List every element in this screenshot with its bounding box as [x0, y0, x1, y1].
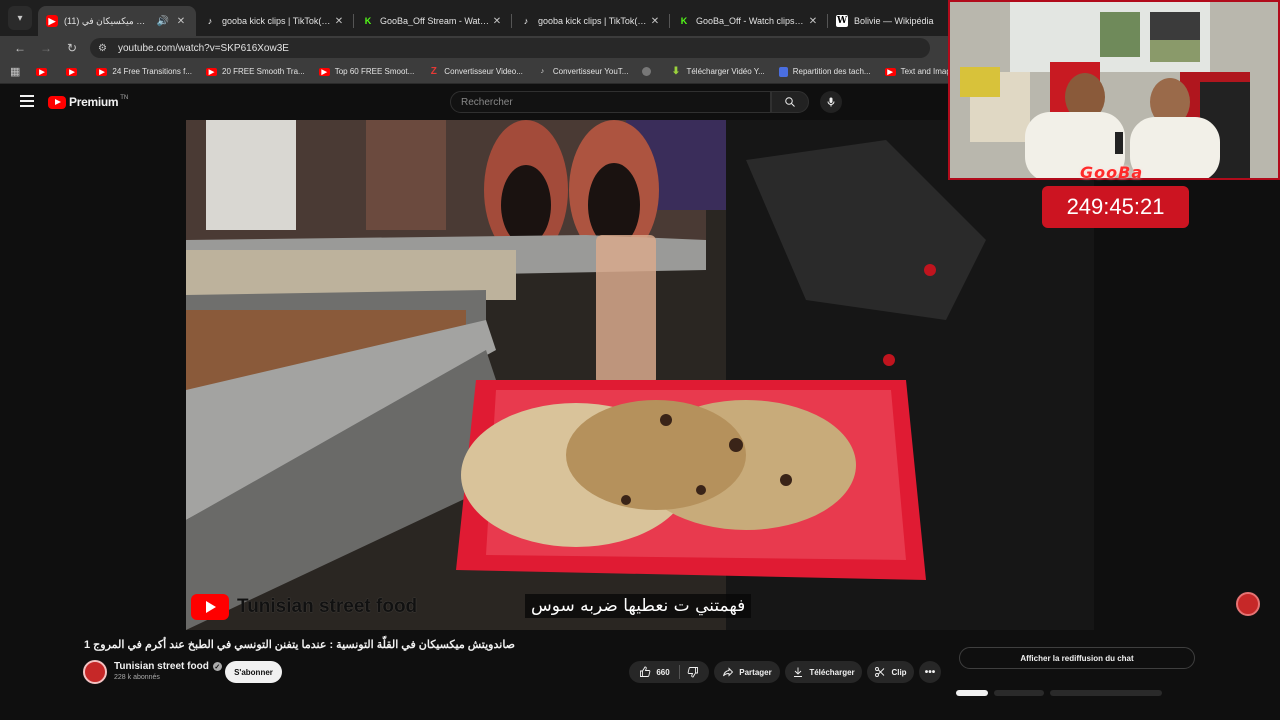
download-icon [794, 667, 803, 677]
channel-name-text: Tunisian street food [114, 661, 209, 672]
filter-chip[interactable] [956, 690, 988, 696]
tab-kick-stream[interactable]: K GooBa_Off Stream - Watch Live ✕ [354, 6, 512, 36]
verified-icon: ✓ [212, 662, 222, 671]
z-logo-icon: Z [430, 66, 437, 77]
youtube-icon: ▶ [206, 67, 217, 76]
microphone-icon [827, 97, 835, 107]
apps-grid-icon[interactable]: ▦ [10, 65, 20, 78]
tab-title: GooBa_Off - Watch clips on Kick [696, 16, 806, 26]
like-count[interactable]: 660 [656, 668, 669, 677]
bookmark-item[interactable]: ♪ Convertisseur YouT... [537, 67, 629, 76]
reload-icon[interactable]: ↻ [60, 36, 84, 60]
bookmark-item[interactable]: ⬇ Télécharger Vidéo Y... [670, 66, 765, 77]
channel-name[interactable]: Tunisian street food ✓ [114, 661, 222, 672]
video-player[interactable]: Tunisian street food فهمتني ت نعطيها ضرب… [186, 120, 1094, 630]
tab-title: Bolivie — Wikipédia [854, 16, 934, 26]
tab-title: gooba kick clips | TikTok(+99) [538, 16, 648, 26]
back-arrow-icon[interactable]: ← [8, 36, 32, 60]
youtube-icon: ▶ [318, 67, 330, 76]
youtube-play-icon [191, 594, 229, 620]
bookmark-item[interactable]: ▶ 20 FREE Smooth Tra... [206, 67, 305, 76]
more-actions-button[interactable]: ••• [919, 661, 941, 683]
download-button[interactable]: Télécharger [785, 661, 862, 683]
region-code: TN [120, 95, 129, 101]
wikipedia-icon: W [836, 15, 848, 27]
clip-button[interactable]: Clip [867, 661, 914, 683]
search-placeholder: Rechercher [461, 96, 513, 108]
thumbs-up-icon[interactable] [639, 666, 651, 678]
bookmark-item[interactable]: ▶ 24 Free Transitions f... [96, 67, 192, 76]
tab-tiktok-2[interactable]: ♪ gooba kick clips | TikTok(+99) ✕ [512, 6, 670, 36]
voice-search-button[interactable] [820, 91, 842, 113]
youtube-icon: ▶ [46, 15, 58, 27]
youtube-premium-logo[interactable]: Premium TN [48, 95, 128, 109]
tab-title: gooba kick clips | TikTok(+99) [222, 16, 332, 26]
search-icon [785, 97, 795, 107]
globe-icon [642, 67, 652, 76]
menu-icon[interactable] [20, 95, 34, 107]
tab-tiktok-1[interactable]: ♪ gooba kick clips | TikTok(+99) ✕ [196, 6, 354, 36]
tab-search-button[interactable]: ▾ [8, 6, 32, 30]
watermark-channel-name: Tunisian street food [237, 596, 418, 617]
youtube-icon: ▶ [884, 67, 896, 76]
tab-title: (11) صاندويتش ميكسيكان في [64, 15, 156, 26]
youtube-icon: ▶ [66, 67, 78, 76]
tab-wikipedia[interactable]: W Bolivie — Wikipédia [828, 6, 946, 36]
tab-title: GooBa_Off Stream - Watch Live [380, 16, 490, 26]
tab-kick-clips[interactable]: K GooBa_Off - Watch clips on Kick ✕ [670, 6, 828, 36]
kick-icon: K [680, 16, 688, 26]
tab-youtube-video[interactable]: ▶ (11) صاندويتش ميكسيكان في 🔊 ✕ [38, 6, 196, 36]
tiktok-icon: ♪ [207, 16, 213, 26]
video-subtitle: فهمتني ت نعطيها ضربه سوس [525, 594, 752, 618]
close-icon[interactable]: ✕ [174, 16, 188, 27]
close-icon[interactable]: ✕ [806, 16, 820, 27]
speaker-icon[interactable]: 🔊 [156, 16, 170, 27]
channel-branding-icon[interactable] [1236, 592, 1260, 616]
video-frame [186, 120, 1094, 630]
bookmark-item[interactable]: Repartition des tach... [778, 66, 871, 77]
search-button[interactable] [771, 91, 809, 113]
video-title: صاندويتش ميكسيكان في القلّة التونسية : ع… [84, 639, 516, 651]
bookmark-item[interactable] [642, 67, 656, 76]
youtube-icon: ▶ [96, 67, 108, 76]
youtube-play-icon [48, 95, 66, 109]
more-horizontal-icon: ••• [924, 666, 936, 678]
close-icon[interactable]: ✕ [648, 16, 662, 27]
close-icon[interactable]: ✕ [490, 16, 504, 27]
channel-watermark[interactable]: Tunisian street food [191, 594, 417, 620]
subathon-timer: 249:45:21 [1042, 186, 1189, 228]
download-icon: ⬇ [671, 66, 681, 77]
streamer-name-label: GooBa [1080, 163, 1144, 182]
forward-arrow-icon[interactable]: → [34, 36, 58, 60]
subscribe-button[interactable]: S'abonner [225, 661, 282, 683]
filter-chip[interactable] [1050, 690, 1162, 696]
bookmark-item[interactable]: Z Convertisseur Video... [428, 66, 523, 77]
tiktok-icon: ♪ [540, 68, 545, 75]
scissors-icon [875, 667, 885, 677]
brand-text: Premium [69, 95, 119, 109]
like-dislike-group: 660 [629, 661, 709, 683]
site-info-icon[interactable]: ⚙ [98, 42, 110, 54]
filter-chip[interactable] [994, 690, 1044, 696]
youtube-icon: ▶ [36, 67, 48, 76]
browser-window: ▾ ▶ (11) صاندويتش ميكسيكان في 🔊 ✕ ♪ goob… [0, 0, 1280, 720]
thumbs-down-icon[interactable] [687, 666, 699, 678]
channel-avatar[interactable] [83, 660, 107, 684]
close-icon[interactable]: ✕ [332, 16, 346, 27]
bookmark-item[interactable]: ▶ [66, 67, 82, 76]
kick-icon: K [364, 16, 372, 26]
address-bar[interactable]: ⚙ youtube.com/watch?v=SKP616Xow3E [90, 38, 930, 58]
subscriber-count: 228 k abonnés [114, 674, 160, 681]
search-input[interactable]: Rechercher [450, 91, 771, 113]
bookmark-item[interactable]: ▶ [36, 67, 52, 76]
bookmark-item[interactable]: ▶ Top 60 FREE Smoot... [318, 67, 414, 76]
url-text: youtube.com/watch?v=SKP616Xow3E [118, 42, 289, 54]
share-icon [723, 667, 734, 677]
webcam-frame [950, 2, 1278, 178]
share-button[interactable]: Partager [714, 661, 780, 683]
document-icon [778, 66, 788, 77]
show-chat-replay-button[interactable]: Afficher la rediffusion du chat [959, 647, 1195, 669]
streamer-webcam-overlay [948, 0, 1280, 180]
tiktok-icon: ♪ [523, 16, 529, 26]
